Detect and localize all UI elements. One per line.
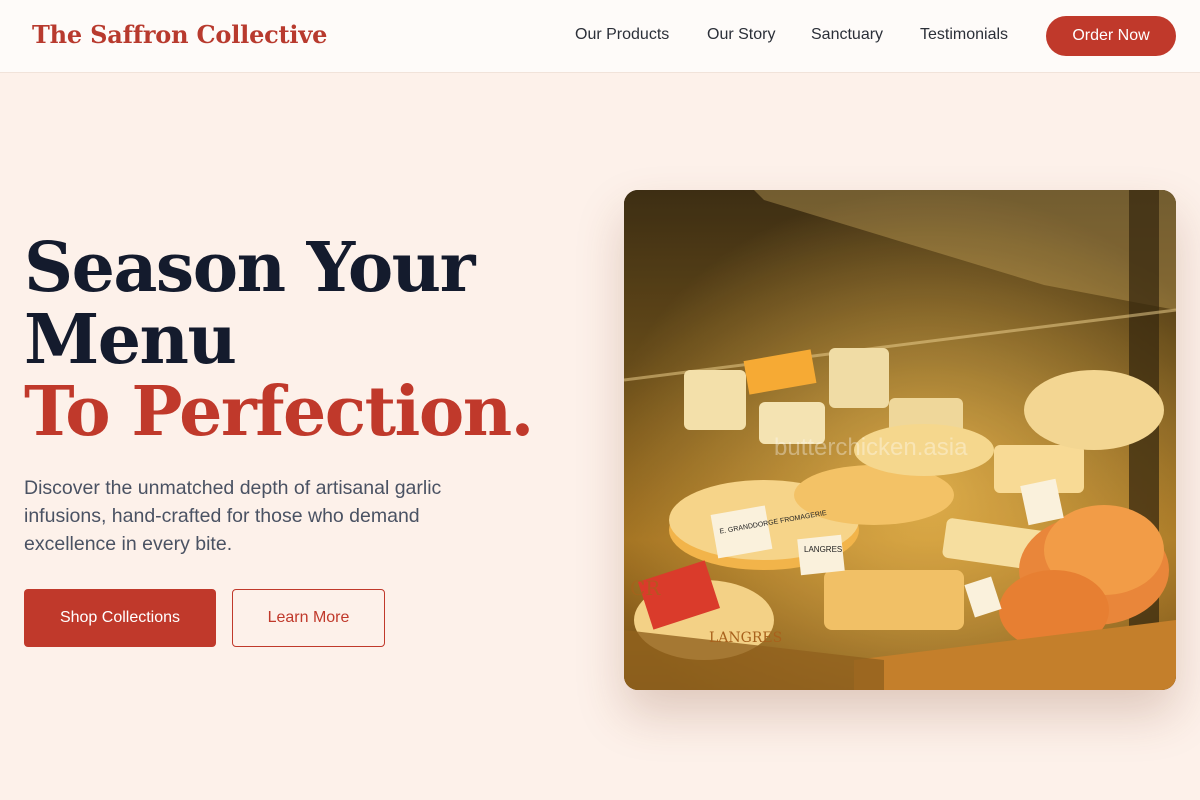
watermark-text: butterchicken.asia bbox=[774, 434, 968, 461]
headline-line-1: Season Your bbox=[24, 228, 475, 308]
learn-more-button[interactable]: Learn More bbox=[232, 589, 385, 647]
hero-headline: Season Your Menu To Perfection. bbox=[24, 232, 544, 448]
site-header: The Saffron Collective Our Products Our … bbox=[0, 0, 1200, 73]
headline-accent: To Perfection. bbox=[24, 372, 534, 452]
nav-link-sanctuary[interactable]: Sanctuary bbox=[811, 26, 883, 44]
nav-link-our-story[interactable]: Our Story bbox=[707, 26, 775, 44]
order-now-button[interactable]: Order Now bbox=[1046, 16, 1176, 56]
tag-label-3: LANGRES bbox=[709, 630, 782, 646]
nav-link-testimonials[interactable]: Testimonials bbox=[920, 26, 1008, 44]
shop-collections-button[interactable]: Shop Collections bbox=[24, 589, 216, 647]
brand-logo[interactable]: The Saffron Collective bbox=[32, 20, 327, 49]
nav-link-our-products[interactable]: Our Products bbox=[575, 26, 669, 44]
hero-image: butterchicken.asia E. GRANDDORGE FROMAGE… bbox=[624, 190, 1176, 690]
cheese-display-illustration: butterchicken.asia E. GRANDDORGE FROMAGE… bbox=[624, 190, 1176, 690]
hero-description: Discover the unmatched depth of artisana… bbox=[24, 477, 442, 555]
tag-label-2: LANGRES bbox=[804, 545, 842, 554]
tag-label-4: CR bbox=[630, 576, 661, 600]
headline-line-2: Menu bbox=[24, 300, 237, 380]
